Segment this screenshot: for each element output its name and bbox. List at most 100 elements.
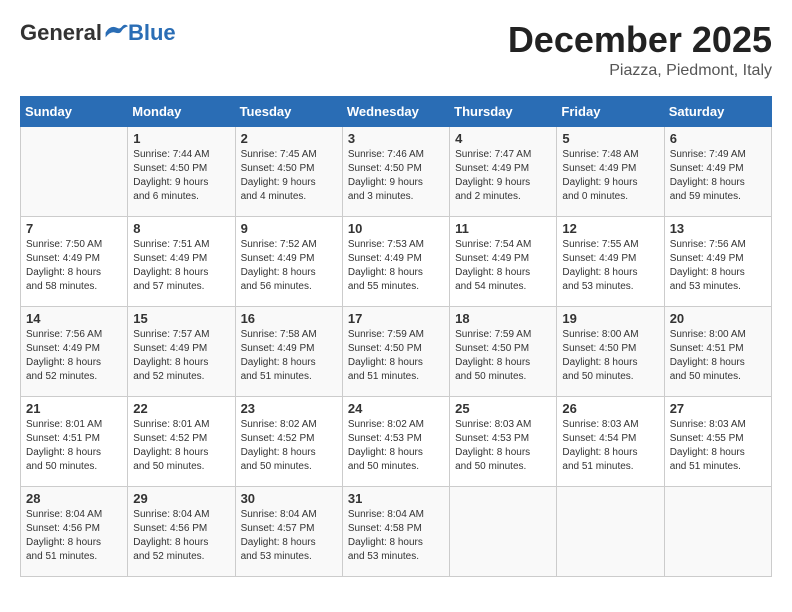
calendar-cell: 14 Sunrise: 7:56 AM Sunset: 4:49 PM Dayli…	[21, 306, 128, 396]
day-content: Sunrise: 7:58 AM Sunset: 4:49 PM Dayligh…	[241, 328, 337, 384]
day-number: 22	[133, 401, 229, 416]
day-content: Sunrise: 8:04 AM Sunset: 4:57 PM Dayligh…	[241, 508, 337, 564]
day-content: Sunrise: 7:57 AM Sunset: 4:49 PM Dayligh…	[133, 328, 229, 384]
day-number: 25	[455, 401, 551, 416]
calendar-cell: 30 Sunrise: 8:04 AM Sunset: 4:57 PM Dayli…	[235, 486, 342, 576]
day-content: Sunrise: 7:52 AM Sunset: 4:49 PM Dayligh…	[241, 238, 337, 294]
calendar-cell: 21 Sunrise: 8:01 AM Sunset: 4:51 PM Dayli…	[21, 396, 128, 486]
day-number: 27	[670, 401, 766, 416]
day-content: Sunrise: 7:54 AM Sunset: 4:49 PM Dayligh…	[455, 238, 551, 294]
page-header: General Blue December 2025 Piazza, Piedm…	[20, 20, 772, 80]
calendar-table: SundayMondayTuesdayWednesdayThursdayFrid…	[20, 96, 772, 577]
day-number: 1	[133, 131, 229, 146]
day-number: 14	[26, 311, 122, 326]
day-number: 26	[562, 401, 658, 416]
day-content: Sunrise: 8:01 AM Sunset: 4:52 PM Dayligh…	[133, 418, 229, 474]
day-header-friday: Friday	[557, 96, 664, 126]
day-content: Sunrise: 8:01 AM Sunset: 4:51 PM Dayligh…	[26, 418, 122, 474]
day-number: 13	[670, 221, 766, 236]
calendar-cell: 17Sunrise: 7:59 AM Sunset: 4:50 PM Dayli…	[342, 306, 449, 396]
day-content: Sunrise: 7:53 AM Sunset: 4:49 PM Dayligh…	[348, 238, 444, 294]
day-number: 31	[348, 491, 444, 506]
calendar-cell: 10 Sunrise: 7:53 AM Sunset: 4:49 PM Dayli…	[342, 216, 449, 306]
day-content: Sunrise: 8:03 AM Sunset: 4:55 PM Dayligh…	[670, 418, 766, 474]
calendar-cell: 13 Sunrise: 7:56 AM Sunset: 4:49 PM Dayli…	[664, 216, 771, 306]
calendar-cell: 27 Sunrise: 8:03 AM Sunset: 4:55 PM Dayli…	[664, 396, 771, 486]
week-row-2: 7 Sunrise: 7:50 AM Sunset: 4:49 PM Daylig…	[21, 216, 772, 306]
day-number: 11	[455, 221, 551, 236]
day-number: 12	[562, 221, 658, 236]
day-number: 3	[348, 131, 444, 146]
calendar-cell: 4 Sunrise: 7:47 AM Sunset: 4:49 PM Daylig…	[450, 126, 557, 216]
day-content: Sunrise: 7:56 AM Sunset: 4:49 PM Dayligh…	[26, 328, 122, 384]
location-title: Piazza, Piedmont, Italy	[508, 62, 772, 80]
day-header-thursday: Thursday	[450, 96, 557, 126]
day-number: 20	[670, 311, 766, 326]
day-number: 29	[133, 491, 229, 506]
day-content: Sunrise: 7:48 AM Sunset: 4:49 PM Dayligh…	[562, 148, 658, 204]
calendar-cell: 20Sunrise: 8:00 AM Sunset: 4:51 PM Dayli…	[664, 306, 771, 396]
day-content: Sunrise: 8:04 AM Sunset: 4:58 PM Dayligh…	[348, 508, 444, 564]
calendar-cell: 11 Sunrise: 7:54 AM Sunset: 4:49 PM Dayli…	[450, 216, 557, 306]
week-row-3: 14 Sunrise: 7:56 AM Sunset: 4:49 PM Dayli…	[21, 306, 772, 396]
day-header-monday: Monday	[128, 96, 235, 126]
day-number: 16	[241, 311, 337, 326]
calendar-cell: 6Sunrise: 7:49 AM Sunset: 4:49 PM Daylig…	[664, 126, 771, 216]
day-content: Sunrise: 7:51 AM Sunset: 4:49 PM Dayligh…	[133, 238, 229, 294]
calendar-header-row: SundayMondayTuesdayWednesdayThursdayFrid…	[21, 96, 772, 126]
calendar-cell: 9 Sunrise: 7:52 AM Sunset: 4:49 PM Daylig…	[235, 216, 342, 306]
day-content: Sunrise: 8:02 AM Sunset: 4:52 PM Dayligh…	[241, 418, 337, 474]
day-header-saturday: Saturday	[664, 96, 771, 126]
day-content: Sunrise: 8:03 AM Sunset: 4:53 PM Dayligh…	[455, 418, 551, 474]
day-number: 19	[562, 311, 658, 326]
calendar-cell: 7 Sunrise: 7:50 AM Sunset: 4:49 PM Daylig…	[21, 216, 128, 306]
day-content: Sunrise: 7:59 AM Sunset: 4:50 PM Dayligh…	[348, 328, 444, 384]
month-title: December 2025	[508, 20, 772, 60]
week-row-1: 1Sunrise: 7:44 AM Sunset: 4:50 PM Daylig…	[21, 126, 772, 216]
calendar-cell: 26 Sunrise: 8:03 AM Sunset: 4:54 PM Dayli…	[557, 396, 664, 486]
logo-bird-icon	[104, 23, 128, 43]
day-number: 9	[241, 221, 337, 236]
day-content: Sunrise: 7:59 AM Sunset: 4:50 PM Dayligh…	[455, 328, 551, 384]
day-number: 7	[26, 221, 122, 236]
week-row-4: 21 Sunrise: 8:01 AM Sunset: 4:51 PM Dayli…	[21, 396, 772, 486]
day-header-tuesday: Tuesday	[235, 96, 342, 126]
calendar-cell: 18Sunrise: 7:59 AM Sunset: 4:50 PM Dayli…	[450, 306, 557, 396]
logo-general-text: General	[20, 20, 102, 46]
day-content: Sunrise: 8:02 AM Sunset: 4:53 PM Dayligh…	[348, 418, 444, 474]
day-content: Sunrise: 7:45 AM Sunset: 4:50 PM Dayligh…	[241, 148, 337, 204]
day-number: 10	[348, 221, 444, 236]
day-content: Sunrise: 7:56 AM Sunset: 4:49 PM Dayligh…	[670, 238, 766, 294]
day-content: Sunrise: 7:49 AM Sunset: 4:49 PM Dayligh…	[670, 148, 766, 204]
calendar-cell: 16 Sunrise: 7:58 AM Sunset: 4:49 PM Dayli…	[235, 306, 342, 396]
day-number: 28	[26, 491, 122, 506]
day-content: Sunrise: 7:47 AM Sunset: 4:49 PM Dayligh…	[455, 148, 551, 204]
day-number: 24	[348, 401, 444, 416]
title-block: December 2025 Piazza, Piedmont, Italy	[508, 20, 772, 80]
day-number: 2	[241, 131, 337, 146]
day-content: Sunrise: 8:00 AM Sunset: 4:50 PM Dayligh…	[562, 328, 658, 384]
calendar-cell: 12Sunrise: 7:55 AM Sunset: 4:49 PM Dayli…	[557, 216, 664, 306]
calendar-cell: 19 Sunrise: 8:00 AM Sunset: 4:50 PM Dayli…	[557, 306, 664, 396]
calendar-cell	[557, 486, 664, 576]
day-content: Sunrise: 8:03 AM Sunset: 4:54 PM Dayligh…	[562, 418, 658, 474]
day-number: 8	[133, 221, 229, 236]
calendar-cell: 1Sunrise: 7:44 AM Sunset: 4:50 PM Daylig…	[128, 126, 235, 216]
calendar-cell	[450, 486, 557, 576]
logo-blue-text: Blue	[128, 20, 176, 46]
day-number: 15	[133, 311, 229, 326]
day-content: Sunrise: 8:04 AM Sunset: 4:56 PM Dayligh…	[26, 508, 122, 564]
day-number: 30	[241, 491, 337, 506]
day-number: 23	[241, 401, 337, 416]
calendar-cell: 28 Sunrise: 8:04 AM Sunset: 4:56 PM Dayli…	[21, 486, 128, 576]
day-content: Sunrise: 7:50 AM Sunset: 4:49 PM Dayligh…	[26, 238, 122, 294]
calendar-cell: 29Sunrise: 8:04 AM Sunset: 4:56 PM Dayli…	[128, 486, 235, 576]
calendar-cell: 15 Sunrise: 7:57 AM Sunset: 4:49 PM Dayli…	[128, 306, 235, 396]
day-number: 4	[455, 131, 551, 146]
day-content: Sunrise: 7:46 AM Sunset: 4:50 PM Dayligh…	[348, 148, 444, 204]
calendar-cell	[664, 486, 771, 576]
calendar-cell: 23 Sunrise: 8:02 AM Sunset: 4:52 PM Dayli…	[235, 396, 342, 486]
day-header-sunday: Sunday	[21, 96, 128, 126]
calendar-cell: 25 Sunrise: 8:03 AM Sunset: 4:53 PM Dayli…	[450, 396, 557, 486]
day-number: 21	[26, 401, 122, 416]
